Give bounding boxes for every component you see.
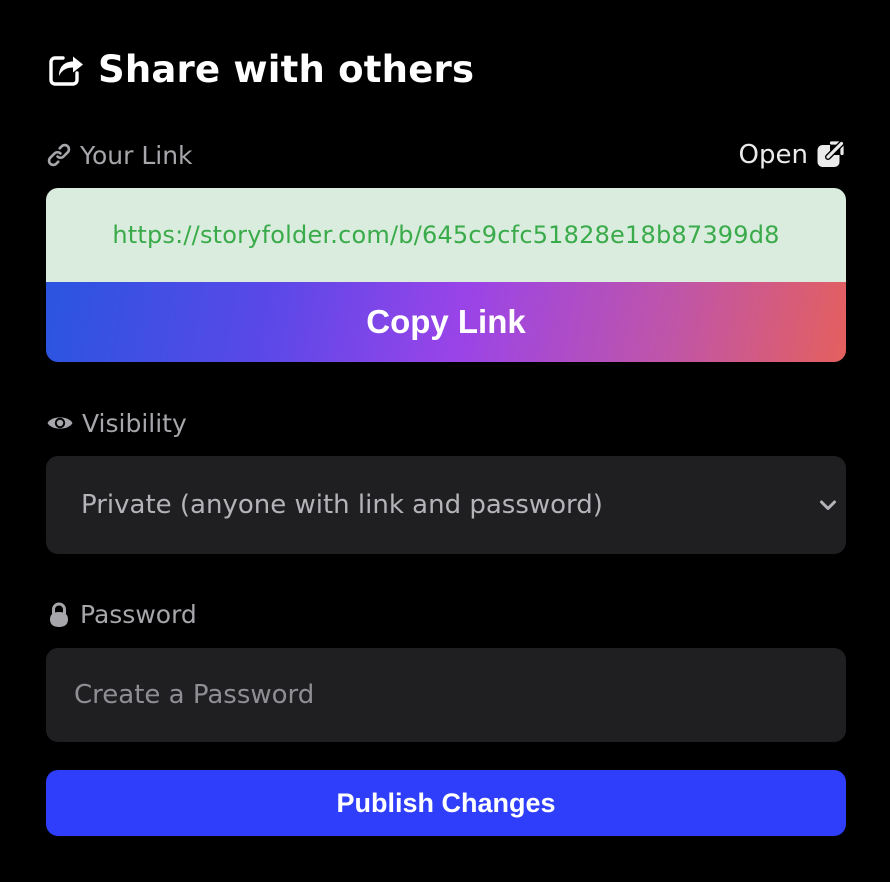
- open-link-button[interactable]: Open: [739, 138, 844, 172]
- dialog-header: Share with others: [46, 44, 474, 94]
- visibility-select[interactable]: Private (anyone with link and password): [46, 456, 846, 554]
- eye-icon: [47, 417, 73, 429]
- visibility-label: Visibility: [46, 406, 187, 440]
- share-dialog: Share with others Your Link Open https:/…: [46, 0, 846, 882]
- link-icon: [47, 143, 71, 167]
- your-link-label: Your Link: [46, 138, 193, 172]
- copy-link-button[interactable]: Copy Link: [46, 282, 846, 362]
- publish-changes-button[interactable]: Publish Changes: [46, 770, 846, 836]
- chevron-down-icon: [820, 500, 836, 510]
- password-input[interactable]: [46, 648, 846, 742]
- password-label-text: Password: [80, 599, 197, 629]
- open-link-label: Open: [738, 140, 808, 170]
- your-link-label-text: Your Link: [80, 140, 193, 170]
- password-label: Password: [46, 597, 197, 631]
- share-icon: [49, 56, 83, 86]
- visibility-selected-value: Private (anyone with link and password): [81, 490, 603, 520]
- share-url[interactable]: https://storyfolder.com/b/645c9cfc51828e…: [46, 188, 846, 282]
- lock-icon: [50, 602, 68, 627]
- share-link-card: https://storyfolder.com/b/645c9cfc51828e…: [46, 188, 846, 362]
- dialog-title: Share with others: [98, 47, 475, 91]
- visibility-label-text: Visibility: [82, 408, 187, 438]
- external-link-icon: [817, 141, 844, 167]
